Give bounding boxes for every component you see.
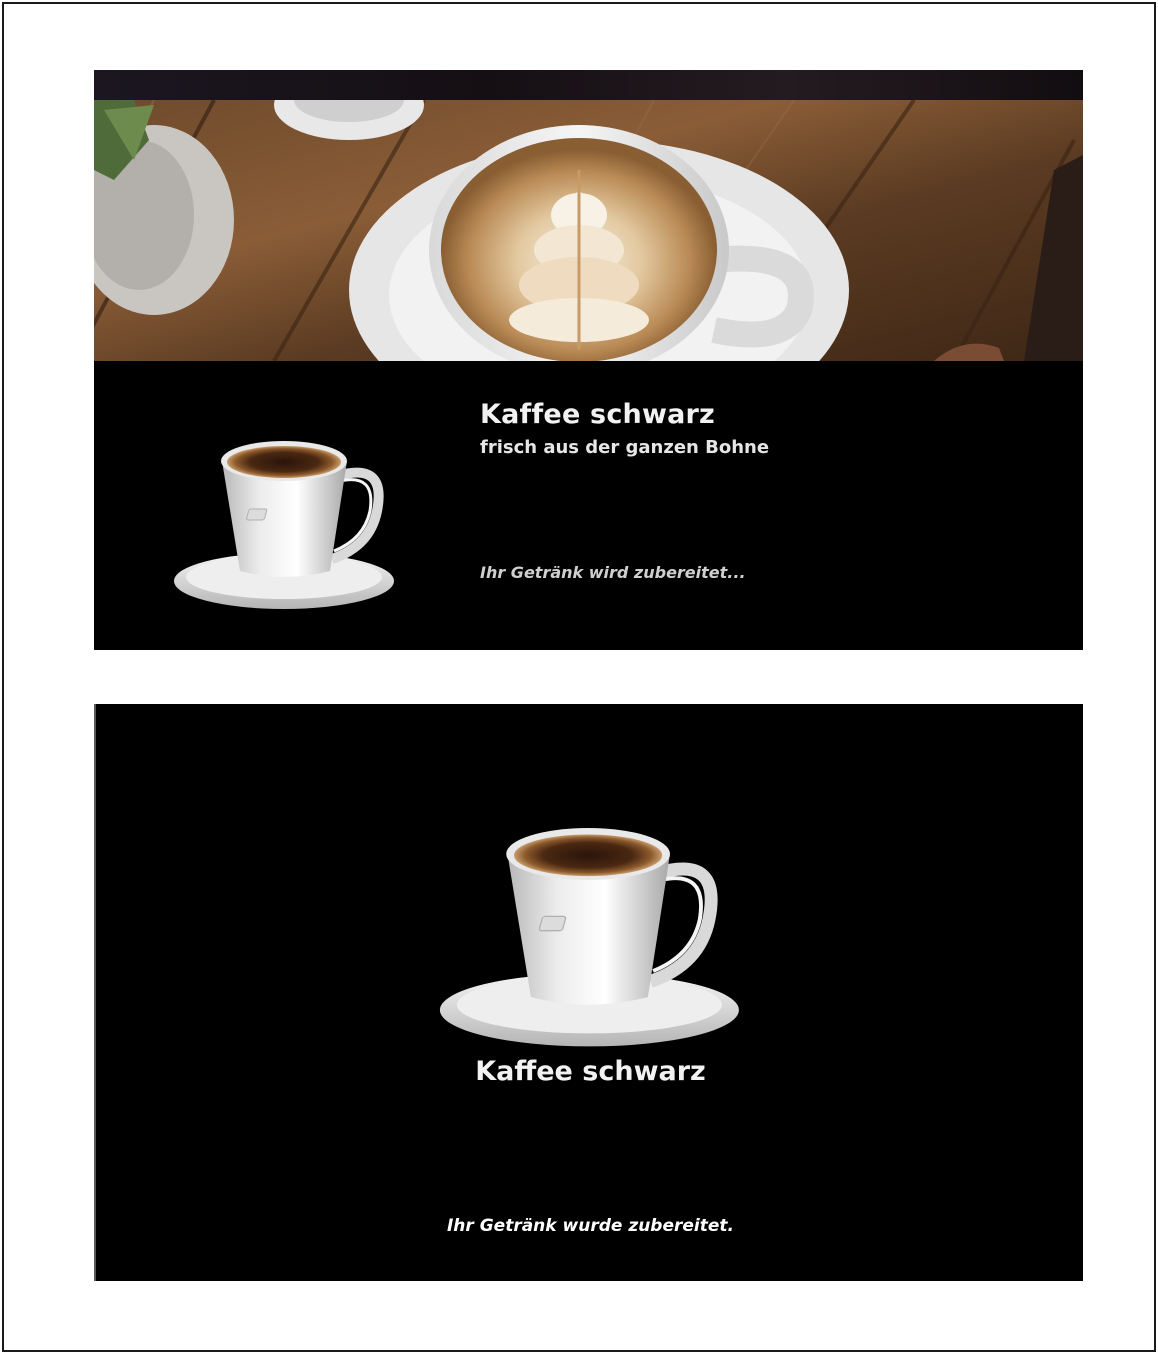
status-text: Ihr Getränk wird zubereitet... [480,563,746,582]
coffee-cup-icon [172,431,412,611]
product-info-panel: Kaffee schwarz frisch aus der ganzen Boh… [94,361,1083,650]
hero-image [94,100,1083,361]
coffee-cup-icon [436,814,748,1050]
product-subtitle: frisch aus der ganzen Bohne [480,437,770,458]
status-text: Ihr Getränk wurde zubereitet. [446,1216,734,1236]
product-title: Kaffee schwarz [480,399,715,430]
screen-done: Kaffee schwarz Ihr Getränk wurde zuberei… [94,704,1083,1281]
screen-preparing: Kaffee schwarz frisch aus der ganzen Boh… [94,70,1083,650]
top-bar [94,70,1083,100]
product-title: Kaffee schwarz [475,1056,706,1087]
